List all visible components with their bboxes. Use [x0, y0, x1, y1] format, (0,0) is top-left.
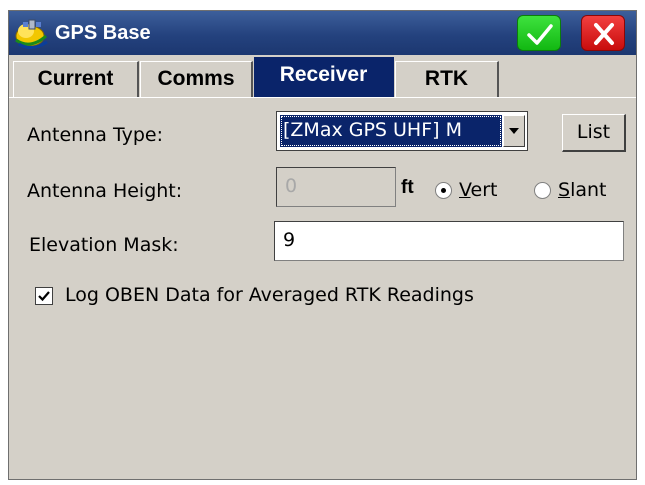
slant-radio-label[interactable]: Slant: [558, 178, 606, 202]
list-button[interactable]: List: [562, 114, 626, 152]
gps-satellite-icon: [13, 16, 49, 50]
vert-radio[interactable]: [435, 182, 452, 199]
title-bar: GPS Base: [9, 11, 636, 55]
chevron-down-icon: [509, 128, 519, 134]
dropdown-button[interactable]: [503, 115, 525, 147]
checkmark-icon: [527, 24, 553, 45]
log-oben-checkbox[interactable]: [35, 287, 53, 305]
antenna-type-dropdown[interactable]: [ZMax GPS UHF] M: [276, 111, 528, 151]
radio-selected-dot: [441, 188, 446, 193]
elevation-mask-field[interactable]: 9: [274, 221, 624, 261]
tab-divider: [9, 97, 636, 98]
unit-label: ft: [401, 177, 414, 198]
tab-receiver[interactable]: Receiver: [254, 57, 394, 97]
tab-strip: Current Comms Receiver RTK: [9, 55, 636, 97]
ok-button[interactable]: [517, 15, 561, 51]
tab-current[interactable]: Current: [13, 61, 139, 97]
gps-base-window: GPS Base Current Comms Receiver RTK Ante…: [8, 10, 637, 480]
antenna-height-label: Antenna Height:: [27, 180, 183, 202]
antenna-type-label: Antenna Type:: [27, 124, 163, 146]
checkmark-icon: [38, 291, 50, 302]
close-button[interactable]: [581, 15, 625, 51]
slant-radio[interactable]: [534, 182, 551, 199]
antenna-height-field[interactable]: 0: [276, 167, 396, 207]
close-icon: [594, 23, 614, 45]
antenna-type-value: [ZMax GPS UHF] M: [280, 115, 502, 147]
tab-comms[interactable]: Comms: [140, 61, 253, 97]
window-title: GPS Base: [55, 22, 151, 44]
vert-radio-label[interactable]: Vert: [459, 178, 497, 202]
log-oben-label[interactable]: Log OBEN Data for Averaged RTK Readings: [65, 283, 474, 307]
elevation-mask-label: Elevation Mask:: [29, 234, 179, 256]
tab-rtk[interactable]: RTK: [395, 61, 499, 97]
